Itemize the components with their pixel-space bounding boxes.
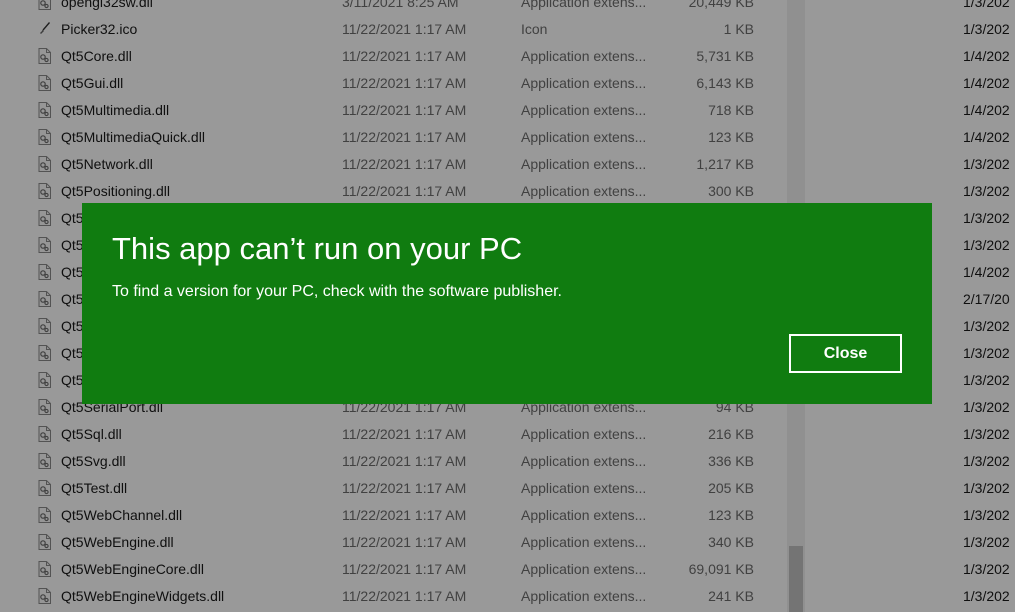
dialog-message: To find a version for your PC, check wit… — [112, 283, 562, 300]
dialog-title: This app can’t run on your PC — [112, 231, 523, 266]
app-cant-run-dialog: This app can’t run on your PC To find a … — [82, 203, 932, 404]
close-button[interactable]: Close — [789, 334, 902, 373]
